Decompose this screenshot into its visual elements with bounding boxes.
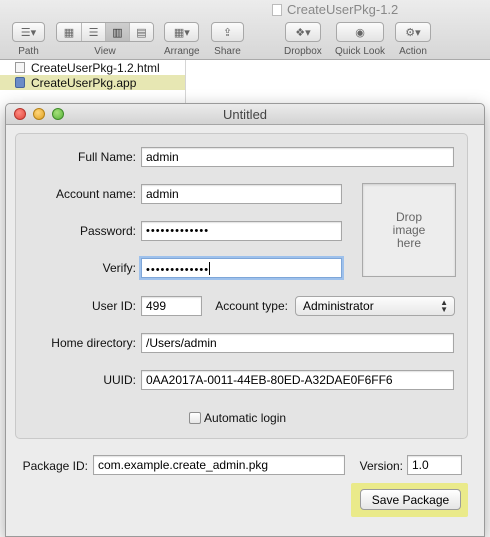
dropbox-icon: ❖▾ [295, 26, 311, 39]
quicklook-button[interactable]: ◉ [336, 22, 385, 42]
full-name-label: Full Name: [77, 150, 136, 164]
view-label: View [94, 46, 116, 57]
dropbox-label: Dropbox [284, 46, 322, 57]
user-details-box: Full Name: admin Account name: admin Pas… [15, 133, 468, 439]
package-id-field[interactable]: com.example.create_admin.pkg [93, 455, 345, 475]
verify-field[interactable]: ••••••••••••• [141, 258, 342, 278]
action-control[interactable]: ⚙▾ Action [395, 22, 431, 57]
dropbox-button[interactable]: ❖▾ [284, 22, 321, 42]
account-type-popup[interactable]: Administrator ▲ ▼ [295, 296, 455, 316]
drop-text-line: here [396, 235, 422, 250]
updown-arrows-icon: ▲ ▼ [440, 298, 448, 314]
home-directory-label: Home directory: [51, 336, 136, 350]
verify-label: Verify: [102, 261, 136, 275]
action-label: Action [399, 46, 427, 57]
arrange-label: Arrange [164, 46, 200, 57]
column-divider [185, 60, 186, 105]
account-name-label: Account name: [55, 187, 136, 201]
share-label: Share [214, 46, 241, 57]
coverflow-view-icon[interactable]: ▤ [129, 23, 153, 41]
password-field[interactable]: ••••••••••••• [141, 221, 342, 241]
automatic-login-checkbox[interactable] [189, 412, 201, 424]
file-list: CreateUserPkg-1.2.html CreateUserPkg.app [0, 60, 185, 96]
dropbox-control[interactable]: ❖▾ Dropbox [284, 22, 322, 57]
icon-view-icon[interactable]: ▦ [57, 23, 81, 41]
quicklook-label: Quick Look [335, 46, 386, 57]
quicklook-control[interactable]: ◉ Quick Look [335, 22, 385, 57]
file-name: CreateUserPkg.app [31, 75, 137, 90]
view-control: ▦ ☰ ▥ ▤ View [56, 22, 154, 57]
uuid-label: UUID: [103, 373, 136, 387]
window-titlebar[interactable]: Untitled [6, 104, 484, 125]
file-row-html[interactable]: CreateUserPkg-1.2.html [0, 60, 185, 75]
window-title: Untitled [222, 107, 268, 122]
text-caret [209, 262, 211, 275]
view-segmented-control: ▦ ☰ ▥ ▤ [56, 22, 154, 42]
gear-icon: ⚙▾ [405, 26, 421, 39]
version-field[interactable]: 1.0 [407, 455, 462, 475]
list-icon: ☰▾ [20, 26, 37, 39]
automatic-login-label[interactable]: Automatic login [204, 411, 286, 425]
path-control[interactable]: ☰▾ Path [12, 22, 45, 57]
share-control[interactable]: ⇪ Share [211, 22, 244, 57]
version-label: Version: [359, 459, 403, 473]
account-type-value: Administrator [303, 299, 374, 313]
finder-title-text: CreateUserPkg-1.2 [287, 2, 399, 17]
verify-value: ••••••••••••• [146, 264, 210, 276]
arrange-button[interactable]: ▦▾ [164, 22, 200, 42]
drop-text-line: Drop [395, 209, 422, 224]
drop-image-text: Drop image here [392, 209, 426, 250]
path-label: Path [18, 46, 39, 57]
home-directory-field[interactable]: /Users/admin [141, 333, 454, 353]
list-view-icon[interactable]: ☰ [81, 23, 105, 41]
create-user-window: Untitled Full Name: admin Account name: … [5, 103, 485, 537]
document-icon [272, 3, 282, 16]
drop-text-line: image [392, 222, 426, 237]
share-button[interactable]: ⇪ [211, 22, 244, 42]
full-name-field[interactable]: admin [141, 147, 454, 167]
eye-icon: ◉ [355, 26, 365, 39]
file-row-app[interactable]: CreateUserPkg.app [0, 75, 185, 90]
user-id-field[interactable]: 499 [141, 296, 202, 316]
grid-icon: ▦▾ [173, 26, 190, 39]
app-icon [15, 77, 25, 88]
share-icon: ⇪ [222, 26, 233, 39]
user-id-label: User ID: [91, 299, 136, 313]
password-label: Password: [79, 224, 136, 238]
account-type-label: Account type: [215, 299, 288, 313]
uuid-field[interactable]: 0AA2017A-0011-44EB-80ED-A32DAE0F6FF6 [141, 370, 454, 390]
file-name: CreateUserPkg-1.2.html [31, 60, 160, 75]
arrange-control[interactable]: ▦▾ Arrange [164, 22, 200, 57]
package-id-label: Package ID: [22, 459, 88, 473]
finder-toolbar: CreateUserPkg-1.2 ☰▾ Path ▦ ☰ ▥ ▤ View ▦… [0, 0, 490, 60]
account-name-field[interactable]: admin [141, 184, 342, 204]
action-button[interactable]: ⚙▾ [395, 22, 431, 42]
finder-window-title: CreateUserPkg-1.2 [272, 2, 398, 17]
save-package-button[interactable]: Save Package [360, 489, 461, 510]
image-drop-well[interactable]: Drop image here [362, 183, 456, 277]
column-view-icon[interactable]: ▥ [105, 23, 129, 41]
html-file-icon [15, 62, 25, 73]
path-button[interactable]: ☰▾ [12, 22, 45, 42]
